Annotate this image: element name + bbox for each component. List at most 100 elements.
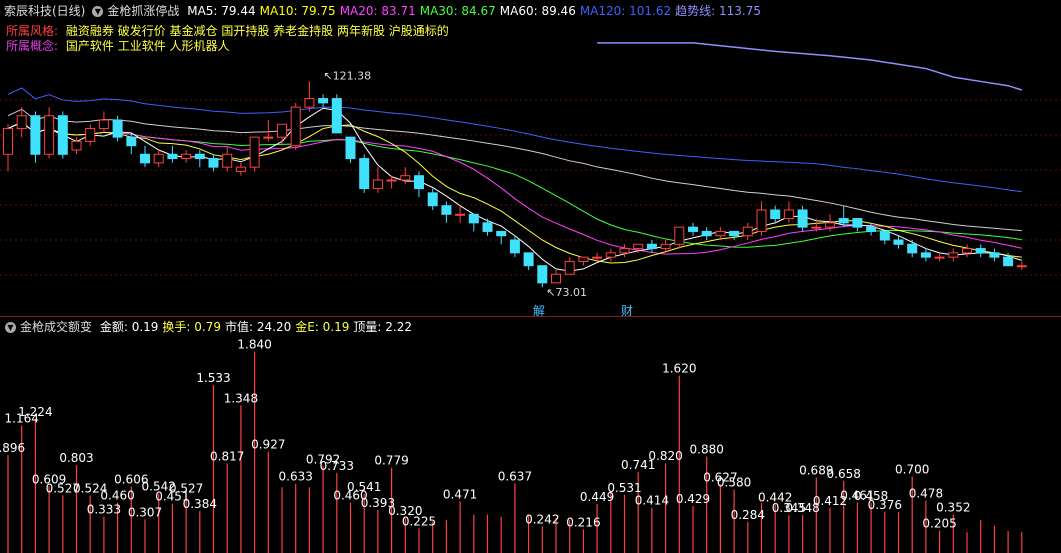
candle-body: [1016, 265, 1027, 268]
candle-body: [564, 260, 575, 275]
candle-body: [783, 209, 794, 220]
low-price-label: ↖73.01: [546, 286, 587, 299]
candle-body: [455, 213, 466, 216]
candle-body: [359, 158, 370, 190]
candle-body: [372, 179, 383, 190]
volume-data-label: 1.533: [196, 371, 230, 385]
candle-body: [400, 175, 411, 181]
candle-body: [222, 153, 233, 168]
volume-data-label: 0.733: [320, 459, 354, 473]
candle-body: [468, 213, 479, 224]
candle-body: [701, 230, 712, 237]
candle-body: [16, 115, 27, 130]
candle-body: [592, 256, 603, 259]
volume-data-label: 0.384: [183, 497, 217, 511]
candle-body: [30, 115, 41, 155]
candle-body: [605, 252, 616, 258]
candle-body: [331, 98, 342, 134]
volume-data-label: 0.700: [895, 462, 929, 476]
candle-body: [44, 115, 55, 155]
candle-body: [126, 136, 137, 147]
volume-data-label: 0.927: [251, 438, 285, 452]
candle-body: [811, 226, 822, 229]
candle-body: [441, 205, 452, 215]
volume-data-label: 0.580: [717, 476, 751, 490]
candle-body: [263, 136, 274, 139]
candle-body: [277, 123, 287, 138]
candle-body: [578, 256, 589, 262]
volume-data-label: 0.880: [690, 443, 724, 457]
candle-body: [920, 252, 931, 258]
chart-canvas[interactable]: ↖121.38↖73.010.8961.1641.2240.6090.5270.…: [0, 0, 1061, 553]
candle-body: [523, 252, 534, 267]
candle-body: [852, 218, 863, 228]
volume-data-label: 0.414: [635, 494, 669, 508]
candle-body: [3, 128, 13, 155]
candle-body: [1003, 256, 1014, 267]
high-price-label: ↖121.38: [323, 69, 371, 82]
candle-body: [825, 222, 835, 228]
volume-data-label: 0.527: [169, 481, 203, 495]
candle-body: [140, 153, 150, 164]
volume-data-label: 0.284: [731, 508, 765, 522]
ma20-line: [7, 121, 1022, 255]
candle-body: [85, 128, 96, 142]
candle-body: [496, 230, 507, 237]
candle-body: [729, 230, 740, 237]
candle-body: [551, 273, 561, 284]
candle-body: [537, 265, 548, 284]
candle-body: [181, 153, 192, 160]
candle-body: [797, 209, 808, 228]
candle-body: [208, 158, 219, 168]
candle-body: [866, 226, 877, 232]
volume-data-label: 0.376: [868, 498, 902, 512]
candle-body: [345, 136, 356, 160]
candle-body: [112, 119, 123, 138]
candle-body: [318, 98, 329, 104]
candle-body: [509, 239, 520, 254]
candle-body: [304, 98, 315, 108]
candle-body: [427, 192, 438, 207]
volume-data-label: 1.620: [662, 362, 696, 376]
volume-data-label: 0.352: [936, 500, 970, 514]
volume-data-label: 0.633: [279, 470, 313, 484]
candle-body: [290, 106, 301, 147]
volume-data-label: 0.896: [0, 441, 25, 455]
candle-body: [235, 166, 246, 172]
candle-body: [948, 252, 959, 258]
candle-body: [249, 136, 260, 168]
volume-data-label: 0.637: [498, 469, 532, 483]
candle-body: [838, 218, 849, 224]
candle-body: [71, 140, 82, 151]
volume-data-label: 0.803: [59, 451, 93, 465]
volume-data-label: 0.658: [827, 467, 861, 481]
volume-data-label: 0.478: [909, 487, 943, 501]
candle-body: [756, 209, 767, 232]
candle-body: [715, 230, 726, 237]
volume-data-label: 1.224: [18, 405, 52, 419]
candle-body: [879, 230, 890, 241]
candle-body: [194, 153, 205, 160]
volume-data-label: 0.541: [347, 480, 381, 494]
candle-body: [989, 252, 1000, 258]
candle-body: [962, 248, 972, 254]
candle-body: [742, 226, 753, 237]
volume-data-label: 0.333: [87, 503, 121, 517]
candle-body: [414, 175, 424, 190]
volume-data-label: 0.307: [128, 505, 162, 519]
candle-body: [975, 248, 986, 254]
volume-data-label: 0.817: [210, 450, 244, 464]
candle-body: [386, 179, 397, 182]
candle-body: [646, 243, 657, 250]
volume-data-label: 1.840: [237, 338, 271, 352]
candle-body: [482, 222, 493, 232]
ma120-line: [7, 87, 1022, 193]
candle-body: [907, 243, 918, 254]
candle-body: [98, 119, 109, 130]
volume-data-label: 0.225: [402, 514, 436, 528]
candle-body: [674, 226, 685, 245]
candle-body: [619, 248, 630, 254]
volume-data-label: 0.216: [566, 515, 600, 529]
trend-line: [597, 42, 1023, 91]
volume-data-label: 0.820: [648, 449, 682, 463]
